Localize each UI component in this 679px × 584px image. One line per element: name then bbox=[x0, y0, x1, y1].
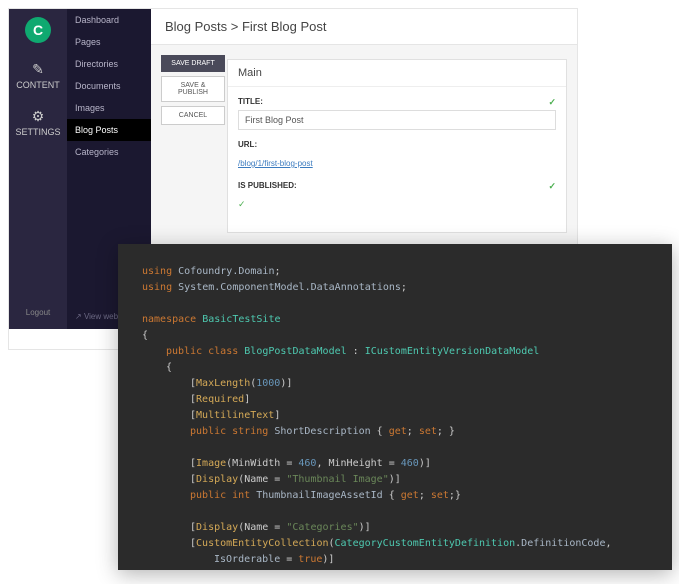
content-nav-button[interactable]: ✎ CONTENT bbox=[16, 61, 60, 90]
title-label: TITLE: ✓ bbox=[238, 97, 556, 106]
save-publish-button[interactable]: SAVE & PUBLISH bbox=[161, 76, 225, 102]
published-value-check: ✓ bbox=[238, 199, 246, 209]
code-editor: using Cofoundry.Domain; using System.Com… bbox=[118, 244, 672, 570]
breadcrumb: Blog Posts > First Blog Post bbox=[151, 9, 577, 45]
check-icon: ✓ bbox=[548, 181, 556, 192]
sidebar-item-directories[interactable]: Directories bbox=[67, 53, 151, 75]
sidebar-item-dashboard[interactable]: Dashboard bbox=[67, 9, 151, 31]
content-nav-label: CONTENT bbox=[16, 80, 60, 90]
save-draft-button[interactable]: SAVE DRAFT bbox=[161, 55, 225, 72]
title-input[interactable] bbox=[238, 110, 556, 130]
settings-nav-button[interactable]: ⚙ SETTINGS bbox=[15, 108, 60, 137]
url-label: URL: bbox=[238, 140, 556, 149]
main-card-heading: Main bbox=[228, 60, 566, 87]
main-card: Main TITLE: ✓ URL: /blog/1/first-blog-po… bbox=[227, 59, 567, 233]
settings-nav-label: SETTINGS bbox=[15, 127, 60, 137]
sidebar-item-blog-posts[interactable]: Blog Posts bbox=[67, 119, 151, 141]
logo-icon[interactable]: C bbox=[25, 17, 51, 43]
logout-button[interactable]: Logout bbox=[26, 308, 50, 317]
sidebar-item-pages[interactable]: Pages bbox=[67, 31, 151, 53]
cancel-button[interactable]: CANCEL bbox=[161, 106, 225, 125]
action-toolbar: SAVE DRAFT SAVE & PUBLISH CANCEL bbox=[161, 55, 225, 129]
check-icon: ✓ bbox=[548, 97, 556, 108]
gear-icon: ⚙ bbox=[15, 108, 60, 125]
url-link[interactable]: /blog/1/first-blog-post bbox=[238, 159, 313, 168]
sidebar-item-images[interactable]: Images bbox=[67, 97, 151, 119]
sidebar-item-categories[interactable]: Categories bbox=[67, 141, 151, 163]
pencil-icon: ✎ bbox=[16, 61, 60, 78]
icon-sidebar: C ✎ CONTENT ⚙ SETTINGS Logout bbox=[9, 9, 67, 329]
sidebar-item-documents[interactable]: Documents bbox=[67, 75, 151, 97]
published-label: IS PUBLISHED: ✓ bbox=[238, 181, 556, 190]
